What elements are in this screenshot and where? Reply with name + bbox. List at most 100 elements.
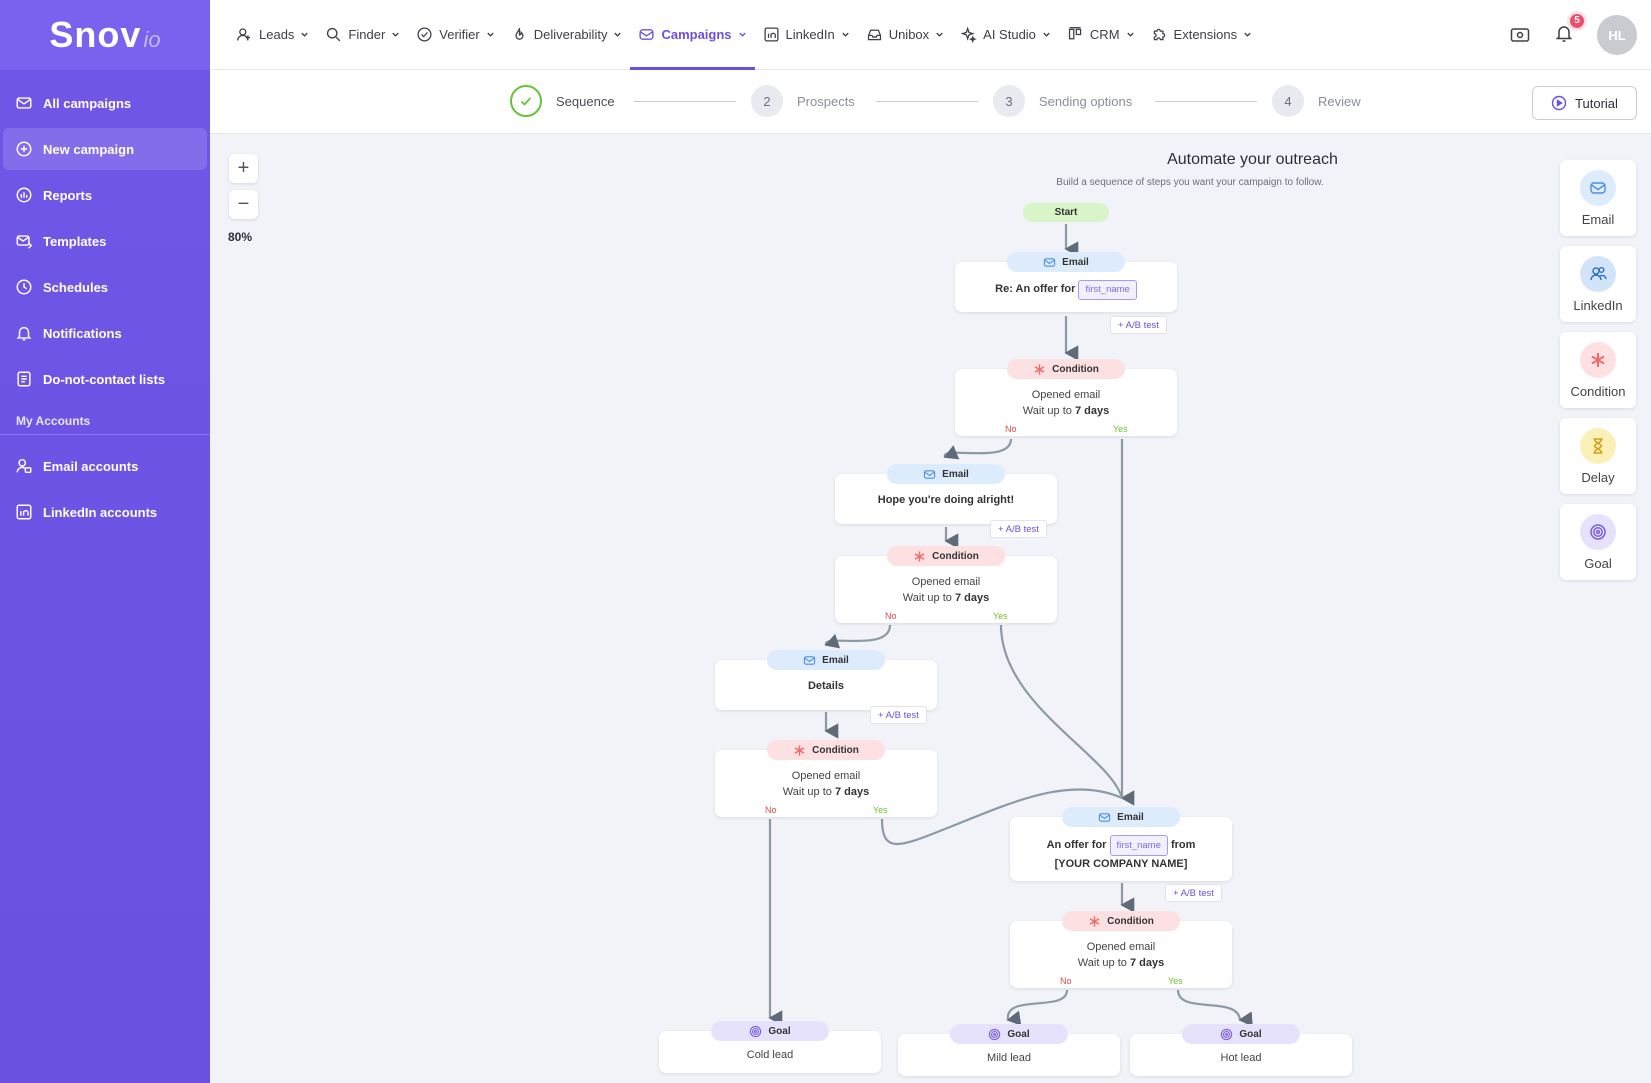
branch-no-label: No [885, 611, 897, 621]
plus-circle-icon [16, 141, 32, 157]
campaign-envelope-icon [639, 29, 655, 40]
asterisk-icon [794, 744, 805, 756]
check-circle-icon [417, 27, 432, 42]
ab-test-button[interactable]: + A/B test [990, 520, 1047, 538]
condition-step-4[interactable]: Condition Opened email Wait up to 7 days … [1010, 911, 1232, 988]
sparkle-icon [960, 26, 977, 43]
sidebar-item-label: Notifications [43, 325, 122, 341]
sidebar-item-label: New campaign [43, 141, 135, 157]
step-prospects[interactable]: 2 Prospects [751, 85, 855, 117]
logo-suffix: io [143, 27, 161, 52]
ab-test-button[interactable]: + A/B test [1110, 316, 1167, 334]
linkedin-icon [764, 27, 779, 42]
topnav-leads[interactable]: Leads [228, 0, 317, 70]
hourglass-icon [1580, 427, 1616, 464]
goal-mild-lead[interactable]: Goal Mild lead [898, 1024, 1120, 1076]
email-pill: Email [1007, 252, 1125, 272]
check-icon [510, 85, 542, 117]
reports-icon [16, 187, 32, 203]
notifications-button[interactable]: 5 [1553, 10, 1587, 49]
step-number: 3 [993, 85, 1025, 117]
user-email-icon [16, 458, 32, 474]
sequence-canvas[interactable]: + − 80% Automate your outreach Build a s… [210, 135, 1651, 1083]
linkedin-users-icon [1580, 255, 1616, 292]
topnav-deliverability[interactable]: Deliverability [503, 0, 631, 70]
chevron-down-icon [614, 32, 622, 37]
sidebar-item-notifications[interactable]: Notifications [3, 312, 207, 354]
step-label: Review [1318, 93, 1361, 109]
email-step-3[interactable]: Email Details [715, 650, 937, 710]
step-review[interactable]: 4 Review [1272, 85, 1361, 117]
sidebar-item-label: All campaigns [43, 95, 132, 111]
ab-test-button[interactable]: + A/B test [1165, 884, 1222, 902]
condition-step-2[interactable]: Condition Opened email Wait up to 7 days … [835, 546, 1057, 623]
tutorial-button[interactable]: Tutorial [1532, 86, 1637, 120]
asterisk-icon [1034, 363, 1045, 375]
chevron-down-icon [936, 32, 943, 37]
condition-step-1[interactable]: Condition Opened email Wait up to 7 days … [955, 359, 1177, 436]
palette-condition[interactable]: Condition [1560, 332, 1636, 408]
list-icon [17, 371, 31, 387]
email-pill: Email [887, 464, 1005, 484]
inbox-icon [867, 29, 881, 41]
condition-pill: Condition [1007, 359, 1125, 379]
crm-board-icon [1068, 27, 1082, 40]
campaign-stepper: Sequence 2 Prospects 3 Sending options 4… [210, 70, 1651, 134]
step-sending-options[interactable]: 3 Sending options [993, 85, 1132, 117]
palette-email[interactable]: Email [1560, 160, 1636, 236]
palette-delay[interactable]: Delay [1560, 418, 1636, 494]
sidebar-item-do-not-contact[interactable]: Do-not-contact lists [3, 358, 207, 400]
sidebar-item-all-campaigns[interactable]: All campaigns [3, 82, 207, 124]
step-label: Sequence [556, 93, 615, 109]
logo[interactable]: Snov io [0, 0, 210, 70]
top-right-actions: 5 HL [1509, 0, 1637, 70]
branch-yes-label: Yes [993, 611, 1008, 621]
topnav-crm[interactable]: CRM [1059, 0, 1143, 70]
sidebar-item-label: Schedules [43, 279, 109, 295]
sidebar-item-new-campaign[interactable]: New campaign [3, 128, 207, 170]
topnav-linkedin[interactable]: LinkedIn [755, 0, 858, 70]
chevron-down-icon [1043, 32, 1050, 37]
search-icon [327, 27, 341, 42]
sidebar-item-label: Reports [43, 187, 93, 203]
top-nav: Leads Finder Verifier Deliverability Cam… [228, 0, 1260, 70]
step-sequence[interactable]: Sequence [510, 85, 615, 117]
email-step-2[interactable]: Email Hope you're doing alright! [835, 464, 1057, 524]
variable-tag: first_name [1109, 835, 1168, 856]
email-step-4[interactable]: Email An offer for first_name from [YOUR… [1010, 807, 1232, 881]
flame-icon [515, 28, 524, 40]
topnav-ai-studio[interactable]: AI Studio [952, 0, 1059, 70]
sidebar-item-label: Templates [43, 233, 107, 249]
envelope-icon [1098, 812, 1111, 822]
asterisk-icon [914, 550, 925, 562]
sidebar-item-templates[interactable]: Templates [3, 220, 207, 262]
condition-step-3[interactable]: Condition Opened email Wait up to 7 days … [715, 740, 937, 817]
branch-no-label: No [1060, 976, 1072, 986]
topnav-verifier[interactable]: Verifier [408, 0, 502, 70]
start-node: Start [1023, 203, 1109, 222]
email-step-1[interactable]: Email Re: An offer for first_name [955, 252, 1177, 312]
palette-goal[interactable]: Goal [1560, 504, 1636, 580]
target-icon [1221, 1028, 1233, 1040]
palette-linkedin[interactable]: LinkedIn [1560, 246, 1636, 322]
clock-icon [16, 279, 32, 295]
sidebar-item-schedules[interactable]: Schedules [3, 266, 207, 308]
avatar[interactable]: HL [1597, 15, 1637, 55]
sidebar-item-label: Do-not-contact lists [43, 371, 166, 387]
topnav-finder[interactable]: Finder [317, 0, 408, 70]
top-navigation-bar: Leads Finder Verifier Deliverability Cam… [210, 0, 1651, 70]
sidebar-item-email-accounts[interactable]: Email accounts [3, 445, 207, 487]
goal-hot-lead[interactable]: Goal Hot lead [1130, 1024, 1352, 1076]
logo-text: Snov [49, 14, 142, 55]
topnav-campaigns[interactable]: Campaigns [630, 0, 755, 70]
topnav-unibox[interactable]: Unibox [858, 0, 952, 70]
goal-cold-lead[interactable]: Goal Cold lead [659, 1021, 881, 1073]
chevron-down-icon [301, 32, 309, 37]
sidebar-item-reports[interactable]: Reports [3, 174, 207, 216]
ab-test-button[interactable]: + A/B test [870, 706, 927, 724]
condition-pill: Condition [767, 740, 885, 760]
ticket-icon[interactable] [1509, 24, 1531, 46]
topnav-extensions[interactable]: Extensions [1143, 0, 1261, 70]
asterisk-icon [1089, 915, 1100, 927]
sidebar-item-linkedin-accounts[interactable]: LinkedIn accounts [3, 491, 207, 533]
